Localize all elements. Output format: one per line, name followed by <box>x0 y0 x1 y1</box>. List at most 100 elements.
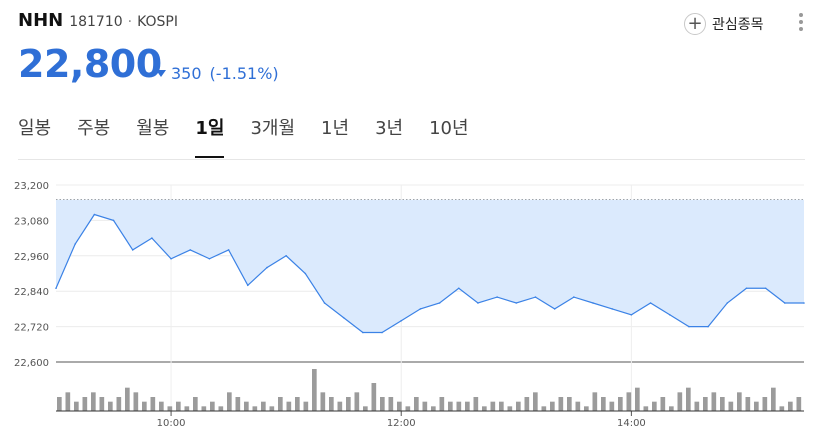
volume-bar <box>677 392 683 411</box>
price-point <box>592 302 594 304</box>
price-point <box>266 266 268 269</box>
volume-bar <box>363 406 368 411</box>
volume-bar <box>371 383 377 411</box>
market-name: KOSPI <box>137 14 179 30</box>
volume-bar <box>380 397 385 411</box>
volume-bar <box>405 406 411 411</box>
volume-bar <box>490 401 496 411</box>
price-point <box>784 302 786 304</box>
volume-bar <box>91 392 96 411</box>
price-point <box>285 255 287 257</box>
volume-bar <box>65 392 71 411</box>
volume-bar <box>635 387 640 411</box>
tab-divider <box>18 159 805 160</box>
volume-bar <box>235 397 241 411</box>
volume-bar <box>456 401 462 411</box>
plus-icon: + <box>684 13 706 35</box>
volume-bar <box>346 397 351 411</box>
price-point <box>381 331 383 334</box>
volume-bar <box>210 401 215 411</box>
volume-bar <box>244 401 249 411</box>
volume-bar <box>125 387 130 411</box>
volume-bar <box>567 397 572 411</box>
volume-bar <box>558 397 564 411</box>
price-change: 350 (-1.51%) <box>156 64 279 83</box>
price-point <box>227 249 230 251</box>
tab-1day[interactable]: 1일 <box>195 114 225 158</box>
volume-bar <box>575 401 581 411</box>
volume-bar <box>686 387 691 411</box>
volume-bar <box>108 401 113 411</box>
volume-bar <box>541 406 547 411</box>
y-tick-label: 23,080 <box>14 216 49 227</box>
price-point <box>323 302 326 304</box>
price-point <box>246 284 249 287</box>
tab-3months[interactable]: 3개월 <box>250 114 295 158</box>
volume-bar <box>354 392 360 411</box>
tab-daily[interactable]: 일봉 <box>18 114 51 158</box>
volume-bar <box>133 392 139 411</box>
price-point <box>419 308 422 310</box>
volume-bar <box>167 406 173 411</box>
favorite-button[interactable]: + 관심종목 <box>684 11 764 37</box>
price-point <box>745 287 748 290</box>
price-point <box>688 325 690 328</box>
volume-bar <box>711 392 717 411</box>
volume-bar <box>601 397 606 411</box>
stock-header: NHN 181710 · KOSPI <box>18 10 178 38</box>
volume-bar <box>295 397 300 411</box>
price-point <box>649 302 652 304</box>
volume-bar <box>626 392 632 411</box>
tab-monthly[interactable]: 월봉 <box>136 114 169 158</box>
stock-name: NHN <box>18 10 64 31</box>
volume-bar <box>720 397 725 411</box>
volume-bar <box>218 406 224 411</box>
volume-bar <box>74 401 79 411</box>
price-point <box>457 287 460 290</box>
price-point <box>630 314 633 316</box>
more-vertical-icon[interactable] <box>797 13 805 37</box>
current-price: 22,800 <box>18 42 162 86</box>
volume-bar <box>286 401 292 411</box>
favorite-label: 관심종목 <box>712 17 764 33</box>
volume-bar <box>652 401 657 411</box>
price-point <box>534 296 537 298</box>
price-point <box>93 213 96 216</box>
volume-bar <box>82 397 88 411</box>
volume-bar <box>524 397 530 411</box>
volume-bar <box>337 401 343 411</box>
volume-bar <box>737 392 742 411</box>
tab-weekly[interactable]: 주봉 <box>77 114 110 158</box>
volume-bar <box>201 406 207 411</box>
volume-bar <box>796 397 802 411</box>
price-point <box>304 272 307 275</box>
volume-bar <box>261 401 266 411</box>
price-point <box>707 325 709 328</box>
tab-1year[interactable]: 1년 <box>321 114 349 158</box>
tab-3years[interactable]: 3년 <box>375 114 403 158</box>
change-percent: (-1.51%) <box>209 64 279 83</box>
price-area <box>56 199 804 333</box>
volume-bar <box>550 401 555 411</box>
price-point <box>151 237 153 239</box>
volume-bar <box>660 397 666 411</box>
price-point <box>803 302 805 304</box>
volume-bar <box>728 401 734 411</box>
volume-bar <box>499 401 504 411</box>
volume-bar <box>422 401 428 411</box>
price-point <box>438 302 441 304</box>
volume-bar <box>643 406 649 411</box>
volume-bar <box>269 406 275 411</box>
volume-bar <box>431 406 436 411</box>
volume-bar <box>771 387 776 411</box>
separator-dot: · <box>127 14 133 30</box>
tab-10years[interactable]: 10년 <box>429 114 468 158</box>
price-point <box>764 287 767 290</box>
price-point <box>515 302 518 304</box>
volume-bar <box>320 392 326 411</box>
volume-bar <box>694 401 700 411</box>
volume-bar <box>533 392 538 411</box>
x-tick-label: 14:00 <box>617 418 646 429</box>
down-arrow-icon <box>156 70 166 77</box>
volume-bar <box>397 401 402 411</box>
